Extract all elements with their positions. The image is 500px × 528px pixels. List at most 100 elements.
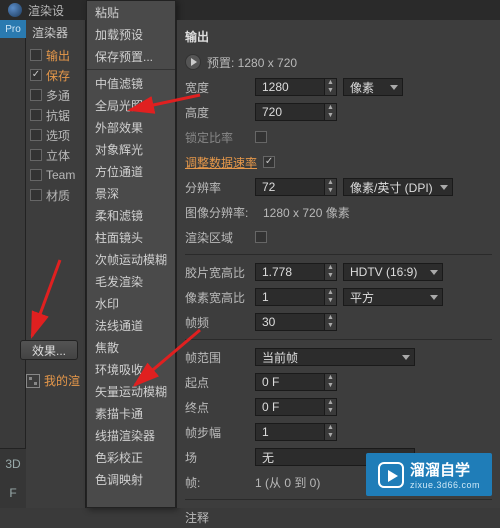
- adjust-datarate-checkbox[interactable]: [263, 156, 275, 168]
- effects-button[interactable]: 效果...: [20, 340, 78, 360]
- resolution-label: 分辨率: [185, 179, 249, 196]
- resolution-input[interactable]: [255, 178, 325, 196]
- menu-item[interactable]: 法线通道: [87, 314, 175, 336]
- adjust-datarate-link[interactable]: 调整数据速率: [185, 154, 257, 171]
- pixel-aspect-input[interactable]: [255, 288, 325, 306]
- menu-item[interactable]: 环境吸收: [87, 358, 175, 380]
- pixel-aspect-field[interactable]: ▲▼: [255, 288, 337, 306]
- menu-item[interactable]: 粘贴: [87, 1, 175, 23]
- checkbox-icon[interactable]: [30, 149, 42, 161]
- checkbox-icon[interactable]: [30, 189, 42, 201]
- end-label: 终点: [185, 399, 249, 416]
- frame-range-select[interactable]: 当前帧: [255, 348, 415, 366]
- sidebar-item[interactable]: 保存: [26, 65, 85, 85]
- film-aspect-select[interactable]: HDTV (16:9): [343, 263, 443, 281]
- spinner-icon[interactable]: ▲▼: [325, 288, 337, 306]
- mode-3d[interactable]: 3D: [5, 457, 20, 471]
- render-region-checkbox[interactable]: [255, 231, 267, 243]
- resolution-field[interactable]: ▲▼: [255, 178, 337, 196]
- end-field[interactable]: ▲▼: [255, 398, 337, 416]
- mode-f[interactable]: F: [9, 486, 16, 500]
- selection-icon: [26, 374, 40, 388]
- sidebar-item[interactable]: 选项: [26, 125, 85, 145]
- spinner-icon[interactable]: ▲▼: [325, 263, 337, 281]
- effects-context-menu: 粘贴加载预设保存预置... 中值滤镜全局光照外部效果对象辉光方位通道景深柔和滤镜…: [86, 0, 176, 508]
- spinner-icon[interactable]: ▲▼: [325, 178, 337, 196]
- height-field[interactable]: ▲▼: [255, 103, 337, 121]
- sidebar-item-label: 抗锯: [46, 107, 70, 124]
- frame-range-label: 帧范围: [185, 349, 249, 366]
- fps-field[interactable]: ▲▼: [255, 313, 337, 331]
- menu-item[interactable]: 水印: [87, 292, 175, 314]
- start-input[interactable]: [255, 373, 325, 391]
- sidebar-item-label: 材质: [46, 187, 70, 204]
- step-field[interactable]: ▲▼: [255, 423, 337, 441]
- spinner-icon[interactable]: ▲▼: [325, 373, 337, 391]
- spinner-icon[interactable]: ▲▼: [325, 78, 337, 96]
- spinner-icon[interactable]: ▲▼: [325, 313, 337, 331]
- divider: [185, 339, 492, 340]
- menu-item[interactable]: 矢量运动模糊: [87, 380, 175, 402]
- frames-value: 1 (从 0 到 0): [255, 474, 320, 491]
- checkbox-icon[interactable]: [30, 169, 42, 181]
- pixel-aspect-label: 像素宽高比: [185, 289, 249, 306]
- width-field[interactable]: ▲▼: [255, 78, 337, 96]
- frames-label: 帧:: [185, 474, 249, 491]
- sidebar-item[interactable]: 输出: [26, 45, 85, 65]
- menu-item[interactable]: 中值滤镜: [87, 72, 175, 94]
- width-unit-select[interactable]: 像素: [343, 78, 403, 96]
- left-gutter: [0, 38, 26, 508]
- checkbox-icon[interactable]: [30, 69, 42, 81]
- menu-item[interactable]: 色彩校正: [87, 446, 175, 468]
- checkbox-icon[interactable]: [30, 109, 42, 121]
- image-res-label: 图像分辨率:: [185, 204, 257, 221]
- menu-item[interactable]: 方位通道: [87, 160, 175, 182]
- title-bar: 渲染设: [0, 0, 500, 20]
- spinner-icon[interactable]: ▲▼: [325, 423, 337, 441]
- sidebar-item[interactable]: 多通: [26, 85, 85, 105]
- width-input[interactable]: [255, 78, 325, 96]
- width-label: 宽度: [185, 79, 249, 96]
- menu-item[interactable]: 次帧运动模糊: [87, 248, 175, 270]
- start-field[interactable]: ▲▼: [255, 373, 337, 391]
- checkbox-icon[interactable]: [30, 89, 42, 101]
- menu-item[interactable]: 柱面镜头: [87, 226, 175, 248]
- menu-item[interactable]: 素描卡通: [87, 402, 175, 424]
- play-icon[interactable]: [185, 54, 201, 70]
- sidebar-header: 渲染器: [26, 20, 85, 45]
- fps-input[interactable]: [255, 313, 325, 331]
- render-region-label: 渲染区域: [185, 229, 249, 246]
- menu-item[interactable]: 保存预置...: [87, 45, 175, 67]
- menu-item[interactable]: 线描渲染器: [87, 424, 175, 446]
- step-input[interactable]: [255, 423, 325, 441]
- film-aspect-field[interactable]: ▲▼: [255, 263, 337, 281]
- pixel-aspect-select[interactable]: 平方: [343, 288, 443, 306]
- end-input[interactable]: [255, 398, 325, 416]
- film-aspect-input[interactable]: [255, 263, 325, 281]
- sidebar-item[interactable]: 抗锯: [26, 105, 85, 125]
- sidebar-item[interactable]: 立体: [26, 145, 85, 165]
- sidebar-item[interactable]: Team: [26, 165, 85, 185]
- menu-item[interactable]: 毛发渲染: [87, 270, 175, 292]
- menu-item[interactable]: 焦散: [87, 336, 175, 358]
- menu-item[interactable]: 全局光照: [87, 94, 175, 116]
- menu-item[interactable]: 外部效果: [87, 116, 175, 138]
- sidebar-item[interactable]: 材质: [26, 185, 85, 205]
- height-input[interactable]: [255, 103, 325, 121]
- fps-label: 帧频: [185, 314, 249, 331]
- resolution-unit-select[interactable]: 像素/英寸 (DPI): [343, 178, 453, 196]
- menu-item[interactable]: 柔和滤镜: [87, 204, 175, 226]
- spinner-icon[interactable]: ▲▼: [325, 103, 337, 121]
- spinner-icon[interactable]: ▲▼: [325, 398, 337, 416]
- play-logo-icon: [378, 462, 404, 488]
- menu-item[interactable]: 色调映射: [87, 468, 175, 490]
- checkbox-icon[interactable]: [30, 129, 42, 141]
- menu-item[interactable]: 景深: [87, 182, 175, 204]
- checkbox-icon[interactable]: [30, 49, 42, 61]
- my-render-row[interactable]: 我的渲: [26, 372, 80, 389]
- menu-item[interactable]: 对象辉光: [87, 138, 175, 160]
- sidebar-item-label: 选项: [46, 127, 70, 144]
- lock-ratio-checkbox[interactable]: [255, 131, 267, 143]
- window-title: 渲染设: [28, 2, 64, 19]
- menu-item[interactable]: 加载预设: [87, 23, 175, 45]
